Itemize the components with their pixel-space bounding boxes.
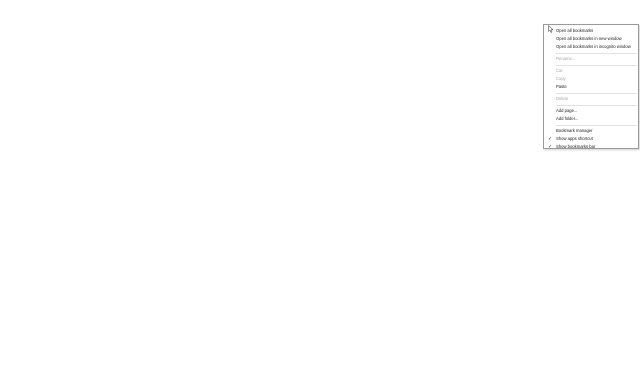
menu-item-label: Add page...	[556, 108, 578, 113]
menu-item-open-all-bookmarks[interactable]: Open all bookmarks	[544, 27, 638, 35]
menu-item-rename: Rename...	[544, 55, 638, 63]
arrow-cursor-icon	[548, 25, 554, 33]
menu-item-paste[interactable]: Paste	[544, 83, 638, 91]
menu-item-label: Rename...	[556, 56, 576, 61]
menu-item-label: Cut	[556, 68, 563, 73]
menu-item-label: Delete	[556, 96, 569, 101]
menu-item-label: Open all bookmarks in new window	[556, 36, 622, 41]
menu-item-show-apps-shortcut[interactable]: ✓ Show apps shortcut	[544, 135, 638, 143]
menu-separator	[556, 104, 637, 106]
menu-item-label: Show bookmarks bar	[556, 144, 596, 149]
checkmark-icon: ✓	[548, 144, 553, 150]
menu-item-cut: Cut	[544, 67, 638, 75]
menu-item-add-page[interactable]: Add page...	[544, 107, 638, 115]
checkmark-icon: ✓	[548, 136, 553, 142]
menu-item-open-all-new-window[interactable]: Open all bookmarks in new window	[544, 35, 638, 43]
menu-item-copy: Copy	[544, 75, 638, 83]
menu-item-label: Paste	[556, 84, 567, 89]
menu-item-add-folder[interactable]: Add folder...	[544, 115, 638, 123]
menu-item-label: Open all bookmarks in incognito window	[556, 44, 631, 49]
menu-item-label: Add folder...	[556, 116, 579, 121]
bookmarks-context-menu: Open all bookmarks Open all bookmarks in…	[543, 24, 639, 151]
menu-separator	[556, 52, 637, 54]
menu-item-delete: Delete	[544, 95, 638, 103]
menu-item-label: Copy	[556, 76, 566, 81]
menu-item-label: Open all bookmarks	[556, 28, 594, 33]
menu-separator	[556, 64, 637, 66]
menu-item-label: Show apps shortcut	[556, 136, 593, 141]
menu-separator	[556, 92, 637, 94]
menu-item-label: Bookmark manager	[556, 128, 593, 133]
page: Open all bookmarks Open all bookmarks in…	[0, 0, 640, 387]
menu-item-bookmark-manager[interactable]: Bookmark manager	[544, 127, 638, 135]
menu-item-open-all-incognito[interactable]: Open all bookmarks in incognito window	[544, 43, 638, 51]
menu-item-show-bookmarks-bar[interactable]: ✓ Show bookmarks bar	[544, 143, 638, 151]
menu-separator	[556, 124, 637, 126]
